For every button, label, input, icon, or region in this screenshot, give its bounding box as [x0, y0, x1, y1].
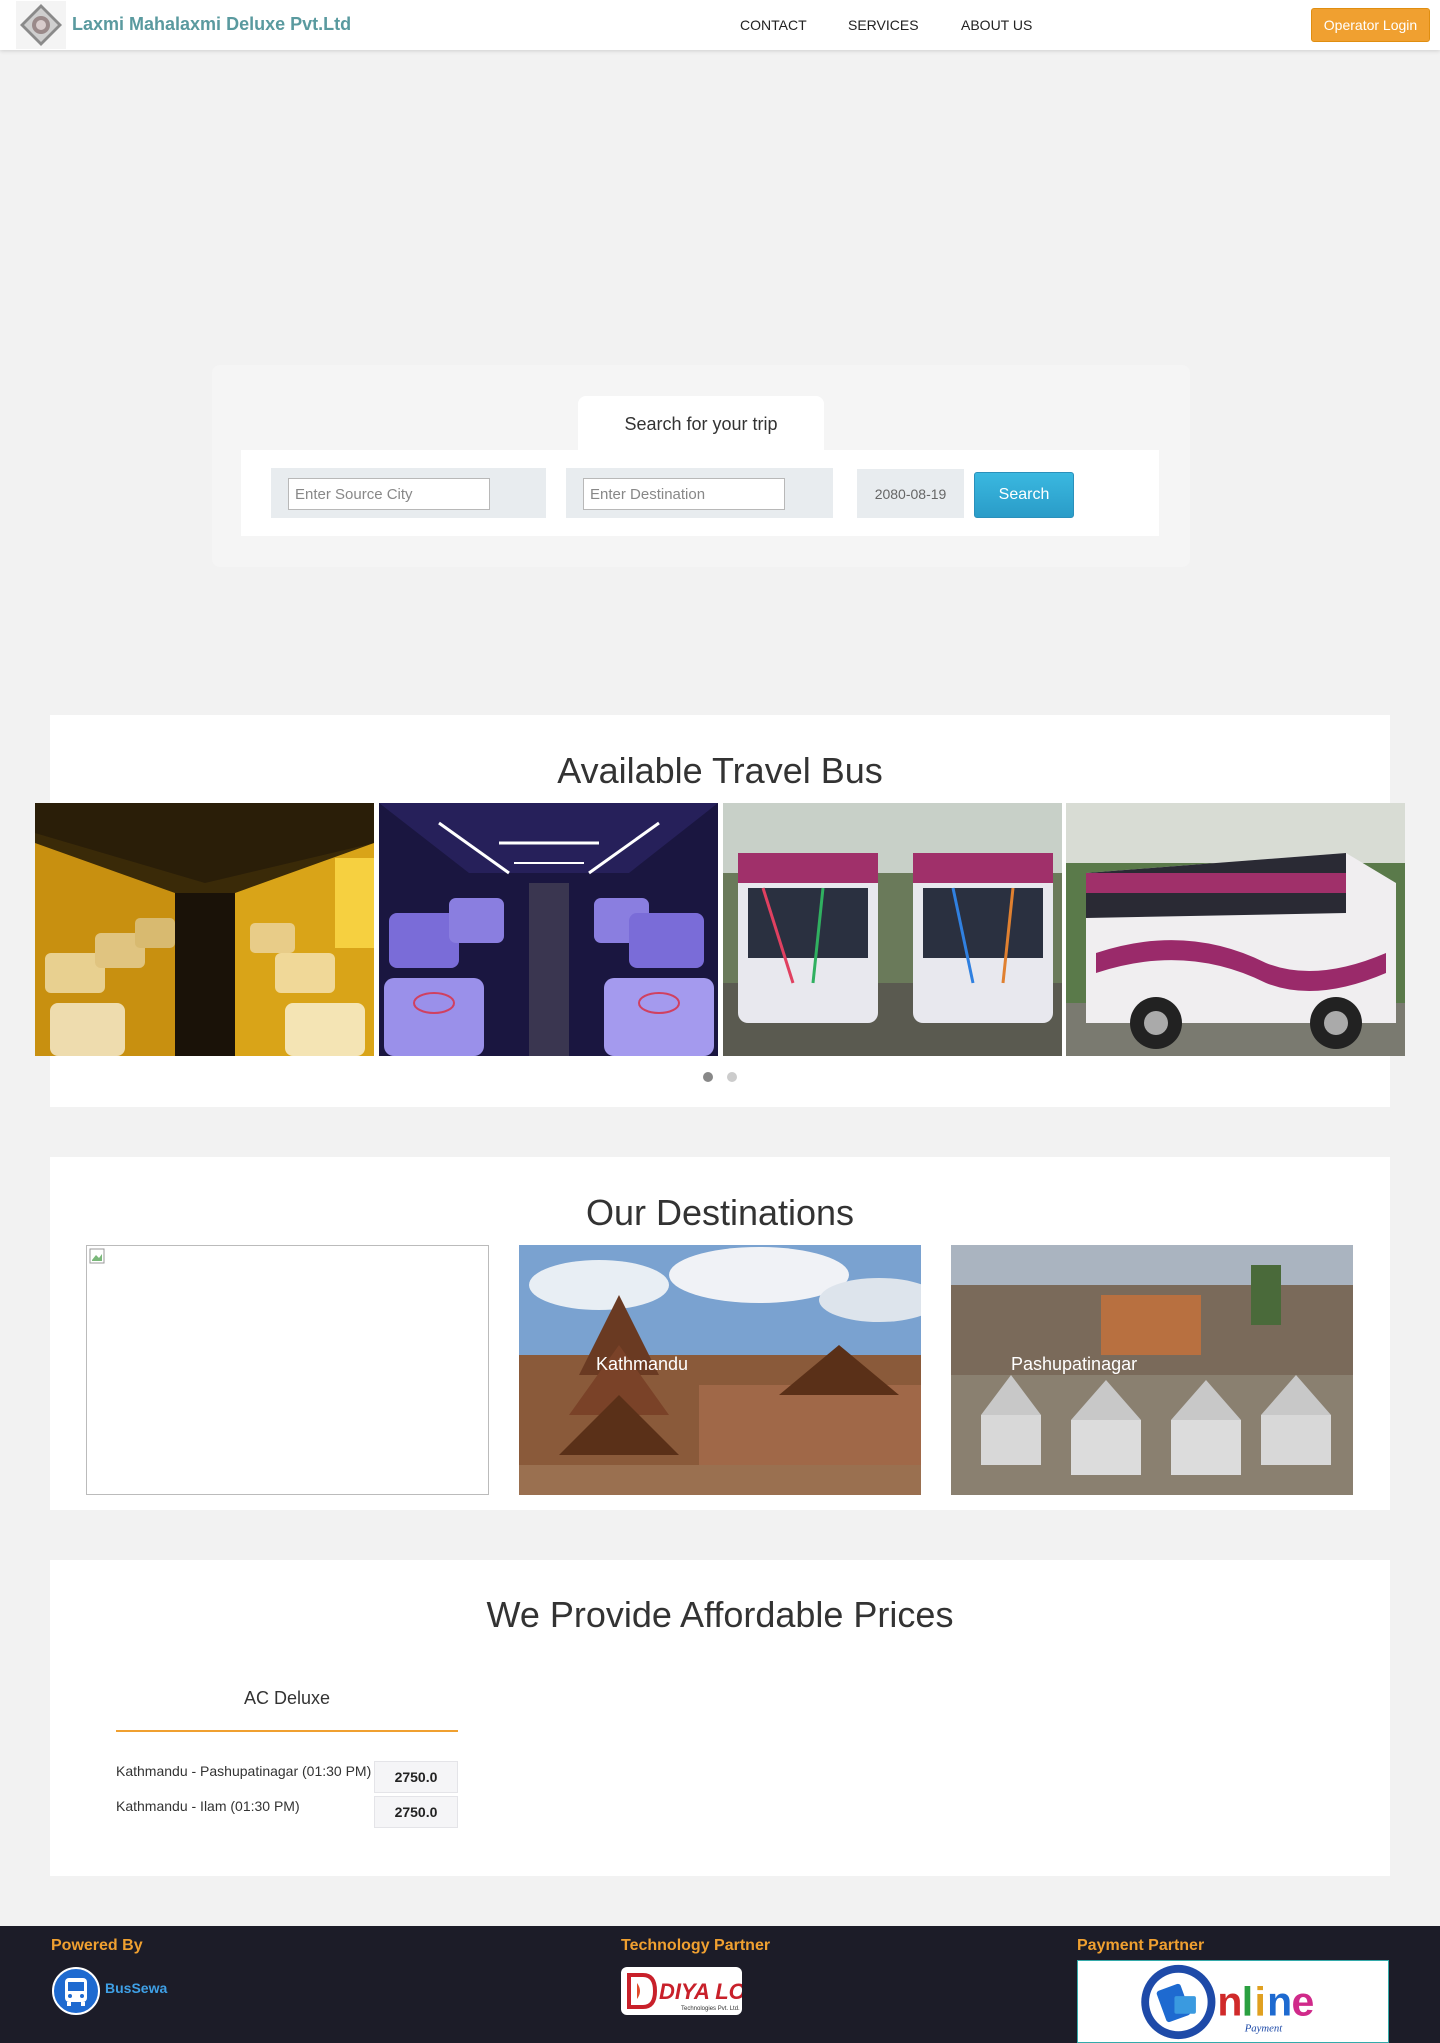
- nav-services[interactable]: SERVICES: [848, 17, 919, 33]
- search-button[interactable]: Search: [974, 472, 1074, 518]
- tab-search-trip[interactable]: Search for your trip: [578, 396, 824, 452]
- route-label: Kathmandu - Pashupatinagar (01:30 PM): [116, 1763, 372, 1779]
- section-title-travel-bus: Available Travel Bus: [557, 750, 883, 791]
- svg-text:Payment: Payment: [1244, 2022, 1284, 2034]
- carousel-dot-1[interactable]: [703, 1072, 713, 1082]
- bus-image-yellow-interior[interactable]: [35, 803, 374, 1056]
- bus-icon[interactable]: [52, 1967, 100, 2015]
- broken-image-icon: [89, 1248, 105, 1264]
- svg-text:n: n: [1267, 1979, 1292, 2025]
- bus-image-side-view[interactable]: [1066, 803, 1405, 1056]
- route-price: 2750.0: [374, 1761, 458, 1793]
- destination-input[interactable]: [583, 478, 785, 510]
- destination-label-kathmandu: Kathmandu: [596, 1354, 689, 1374]
- section-title-destinations: Our Destinations: [585, 1192, 855, 1233]
- svg-text:i: i: [1254, 1979, 1265, 2025]
- svg-text:e: e: [1292, 1979, 1315, 2025]
- travel-date-field[interactable]: 2080-08-19: [857, 469, 964, 518]
- nav-about-us[interactable]: ABOUT US: [961, 17, 1032, 33]
- nav-contact[interactable]: CONTACT: [740, 17, 807, 33]
- operator-login-button[interactable]: Operator Login: [1311, 8, 1430, 42]
- brand-name[interactable]: Laxmi Mahalaxmi Deluxe Pvt.Ltd: [72, 14, 351, 35]
- online-payment-logo-icon[interactable]: n l i n e Payment: [1077, 1960, 1389, 2043]
- carousel-dot-2[interactable]: [727, 1072, 737, 1082]
- footer-technology-partner-title: Technology Partner: [621, 1937, 771, 1954]
- company-logo-icon[interactable]: [16, 1, 66, 49]
- price-category-heading: AC Deluxe: [243, 1688, 331, 1708]
- price-divider: [116, 1730, 458, 1732]
- svg-text:Technologies Pvt. Ltd.: Technologies Pvt. Ltd.: [681, 2006, 740, 2012]
- footer-payment-partner-title: Payment Partner: [1077, 1937, 1205, 1954]
- top-navbar: Laxmi Mahalaxmi Deluxe Pvt.Ltd CONTACT S…: [0, 0, 1440, 50]
- bus-image-blue-interior[interactable]: [379, 803, 718, 1056]
- svg-text:l: l: [1242, 1979, 1253, 2025]
- prices-section: We Provide Affordable Prices: [50, 1560, 1390, 1876]
- destination-image-broken[interactable]: [86, 1245, 489, 1495]
- source-city-input[interactable]: [288, 478, 490, 510]
- bus-image-two-buses[interactable]: [723, 803, 1062, 1056]
- destination-image-kathmandu[interactable]: [519, 1245, 921, 1495]
- svg-text:DIYA LO: DIYA LO: [659, 1979, 742, 2004]
- route-label: Kathmandu - Ilam (01:30 PM): [116, 1798, 300, 1814]
- bussewa-link[interactable]: BusSewa: [105, 1980, 167, 1996]
- diyalo-logo-icon[interactable]: DIYA LO Technologies Pvt. Ltd.: [621, 1967, 746, 2015]
- destination-label-pashupatinagar: Pashupatinagar: [1011, 1354, 1138, 1374]
- svg-text:n: n: [1217, 1979, 1242, 2025]
- route-price: 2750.0: [374, 1796, 458, 1828]
- section-title-prices: We Provide Affordable Prices: [486, 1594, 954, 1635]
- footer-powered-by-title: Powered By: [51, 1937, 143, 1954]
